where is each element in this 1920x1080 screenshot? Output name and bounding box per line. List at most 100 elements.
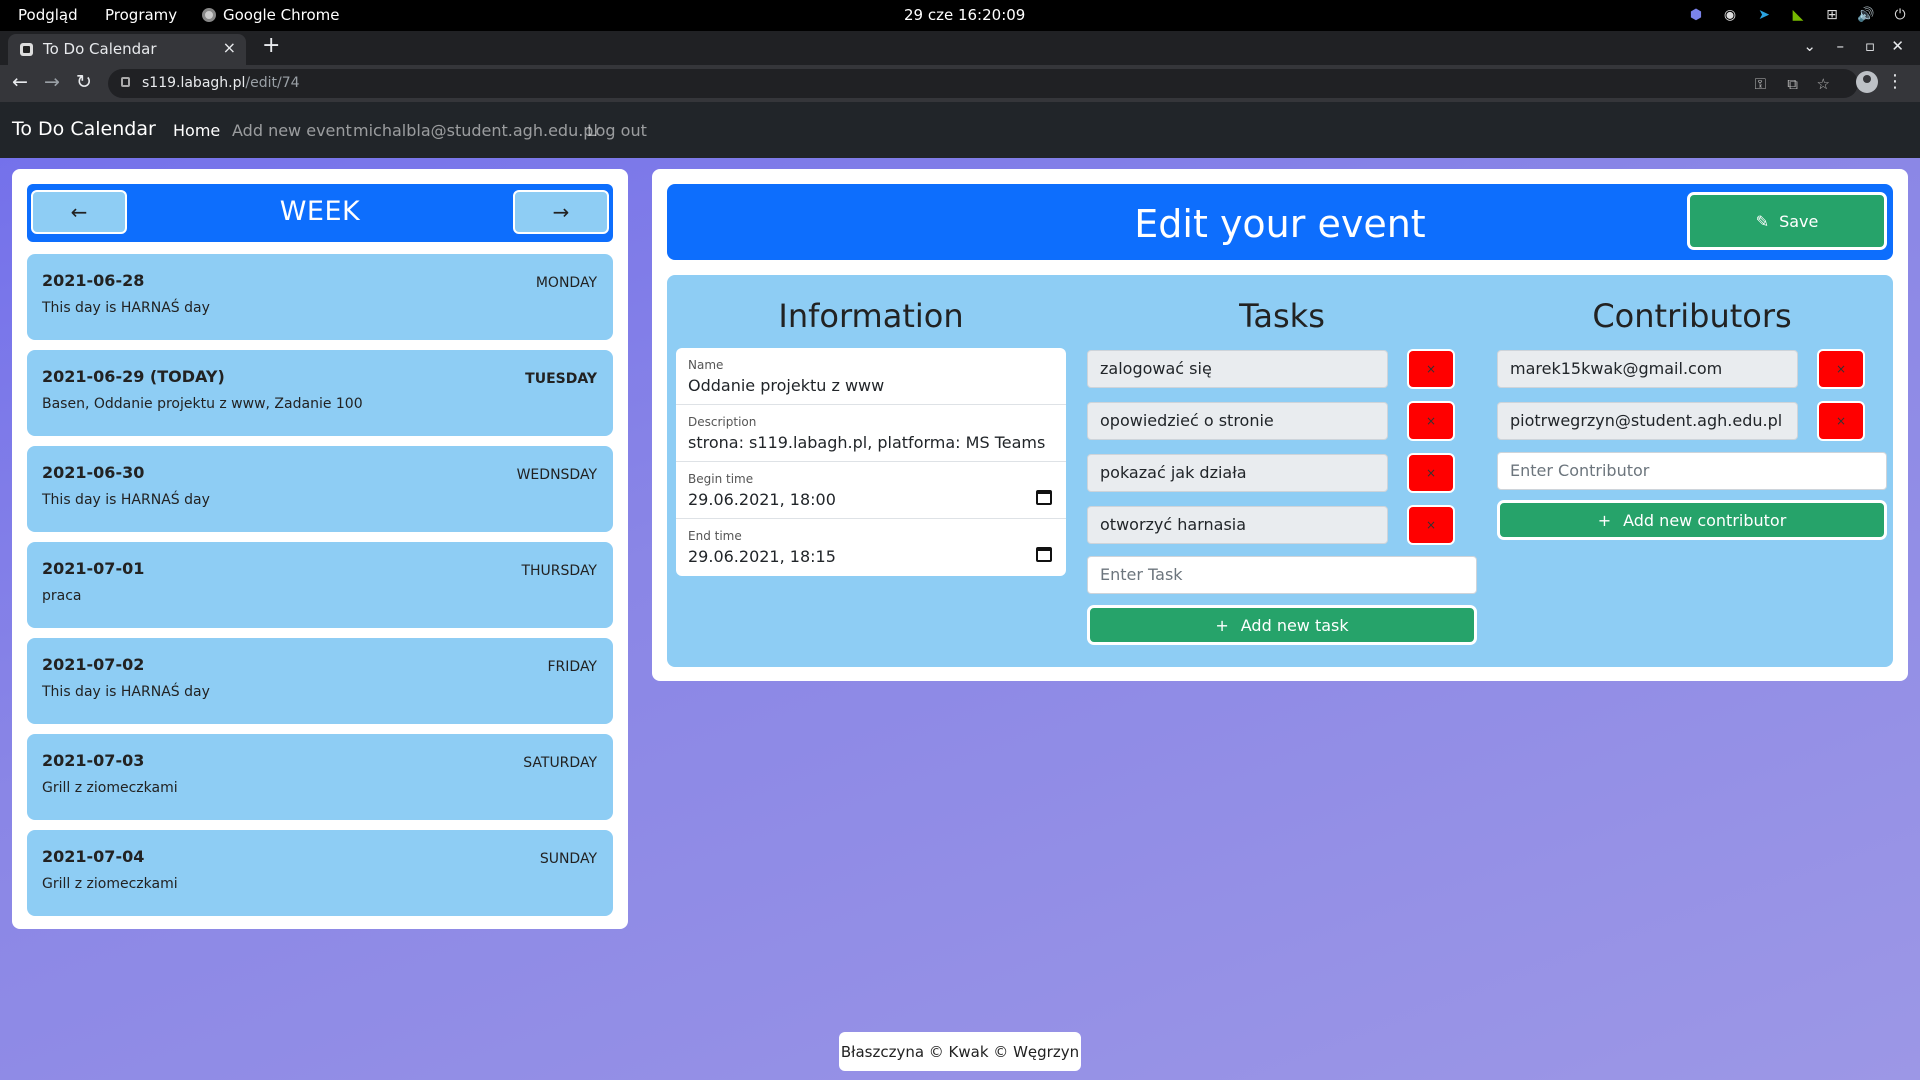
edit-header: Edit your event ✎ Save: [667, 184, 1893, 260]
os-clock[interactable]: 29 cze 16:20:09: [904, 6, 1025, 24]
bookmark-star-icon[interactable]: ☆: [1817, 75, 1830, 93]
task-item[interactable]: zalogować się: [1087, 350, 1388, 388]
day-name: MONDAY: [535, 275, 597, 291]
telegram-icon[interactable]: ➤: [1754, 5, 1774, 25]
day-card-sunday[interactable]: 2021-07-04 SUNDAY Grill z ziomeczkami: [27, 830, 613, 916]
os-menu-programs[interactable]: Programy: [105, 6, 177, 24]
contributor-item[interactable]: piotrwegrzyn@student.agh.edu.pl: [1497, 402, 1798, 440]
day-card-thursday[interactable]: 2021-07-01 THURSDAY praca: [27, 542, 613, 628]
forward-arrow-icon[interactable]: →: [44, 71, 60, 93]
end-time-label: End time: [688, 529, 742, 543]
description-label: Description: [688, 415, 757, 429]
minimize-icon[interactable]: –: [1837, 37, 1845, 55]
delete-task-button[interactable]: ×: [1407, 349, 1455, 389]
begin-time-value: 29.06.2021, 18:00: [688, 490, 836, 509]
browser-tab[interactable]: To Do Calendar ×: [8, 34, 246, 65]
day-name: FRIDAY: [547, 659, 598, 675]
day-note: This day is HARNAŚ day: [42, 492, 210, 508]
task-item[interactable]: pokazać jak działa: [1087, 454, 1388, 492]
translate-icon[interactable]: ⧉: [1787, 75, 1798, 93]
day-note: Basen, Oddanie projektu z www, Zadanie 1…: [42, 396, 363, 412]
calendar-icon[interactable]: [1036, 490, 1052, 505]
volume-icon[interactable]: 🔊: [1856, 5, 1876, 25]
next-week-button[interactable]: →: [513, 190, 609, 234]
os-active-app[interactable]: Google Chrome: [202, 6, 340, 24]
begin-time-label: Begin time: [688, 472, 754, 486]
tab-search-icon[interactable]: ⌄: [1803, 37, 1816, 55]
delete-contributor-button[interactable]: ×: [1817, 401, 1865, 441]
day-name: SATURDAY: [523, 755, 597, 771]
lock-icon: [121, 77, 130, 87]
plus-icon: +: [1215, 615, 1229, 635]
url-text: s119.labagh.pl/edit/74: [142, 75, 300, 91]
network-icon[interactable]: ⊞: [1822, 5, 1842, 25]
tab-favicon-icon: [20, 43, 33, 56]
address-bar[interactable]: s119.labagh.pl/edit/74 ⚿ ⧉ ☆: [108, 69, 1858, 98]
description-value: strona: s119.labagh.pl, platforma: MS Te…: [688, 433, 1046, 452]
teams-icon[interactable]: ⬢: [1686, 5, 1706, 25]
nav-home-link[interactable]: Home: [173, 121, 220, 140]
day-note: Grill z ziomeczkami: [42, 780, 178, 796]
day-card-monday[interactable]: 2021-06-28 MONDAY This day is HARNAŚ day: [27, 254, 613, 340]
url-path: /edit/74: [245, 75, 300, 91]
add-task-button[interactable]: + Add new task: [1087, 605, 1477, 645]
day-date: 2021-06-28: [42, 271, 145, 290]
add-contributor-button[interactable]: + Add new contributor: [1497, 500, 1887, 540]
day-name: THURSDAY: [521, 563, 597, 579]
delete-task-button[interactable]: ×: [1407, 505, 1455, 545]
enter-task-input[interactable]: Enter Task: [1087, 556, 1477, 594]
task-item[interactable]: opowiedzieć o stronie: [1087, 402, 1388, 440]
footer-credits: Błaszczyna © Kwak © Węgrzyn: [839, 1032, 1081, 1071]
reload-icon[interactable]: ↻: [76, 71, 92, 93]
task-item[interactable]: otworzyć harnasia: [1087, 506, 1388, 544]
enter-contributor-input[interactable]: Enter Contributor: [1497, 452, 1887, 490]
browser-tab-strip: To Do Calendar × + ⌄ – ▫ ✕: [0, 31, 1920, 65]
information-heading: Information: [778, 297, 964, 335]
delete-contributor-button[interactable]: ×: [1817, 349, 1865, 389]
day-date: 2021-07-04: [42, 847, 145, 866]
edit-event-panel: Edit your event ✎ Save Information Name …: [652, 169, 1908, 681]
day-note: This day is HARNAŚ day: [42, 300, 210, 316]
delete-task-button[interactable]: ×: [1407, 453, 1455, 493]
new-tab-button[interactable]: +: [262, 33, 280, 58]
begin-time-field[interactable]: Begin time 29.06.2021, 18:00: [676, 462, 1066, 519]
nav-user-email-link[interactable]: michalbla@student.agh.edu.pl: [353, 121, 598, 140]
discord-icon[interactable]: ◉: [1720, 5, 1740, 25]
maximize-icon[interactable]: ▫: [1865, 37, 1875, 55]
pencil-icon: ✎: [1755, 211, 1770, 231]
back-arrow-icon[interactable]: ←: [12, 71, 28, 93]
profile-avatar-icon[interactable]: [1856, 71, 1878, 93]
nvidia-icon[interactable]: ◣: [1788, 5, 1808, 25]
tab-close-icon[interactable]: ×: [223, 38, 236, 57]
delete-task-button[interactable]: ×: [1407, 401, 1455, 441]
week-panel: ← WEEK → 2021-06-28 MONDAY This day is H…: [12, 169, 628, 929]
description-field[interactable]: Description strona: s119.labagh.pl, plat…: [676, 405, 1066, 462]
day-date: 2021-06-30: [42, 463, 145, 482]
day-name: TUESDAY: [525, 371, 597, 387]
day-date: 2021-07-03: [42, 751, 145, 770]
window-close-icon[interactable]: ✕: [1891, 37, 1904, 55]
nav-logout-link[interactable]: Log out: [587, 121, 647, 140]
save-button[interactable]: ✎ Save: [1687, 192, 1887, 250]
contributor-item[interactable]: marek15kwak@gmail.com: [1497, 350, 1798, 388]
browser-menu-icon[interactable]: ⋮: [1886, 71, 1904, 92]
day-card-saturday[interactable]: 2021-07-03 SATURDAY Grill z ziomeczkami: [27, 734, 613, 820]
day-card-wednesday[interactable]: 2021-06-30 WEDNSDAY This day is HARNAŚ d…: [27, 446, 613, 532]
app-brand[interactable]: To Do Calendar: [12, 118, 156, 140]
app-navbar: To Do Calendar Home Add new event michal…: [0, 102, 1920, 158]
plus-icon: +: [1597, 510, 1612, 530]
day-date: 2021-07-02: [42, 655, 145, 674]
end-time-field[interactable]: End time 29.06.2021, 18:15: [676, 519, 1066, 576]
power-icon[interactable]: ⏻: [1890, 5, 1910, 25]
contributors-heading: Contributors: [1592, 297, 1792, 335]
calendar-icon[interactable]: [1036, 547, 1052, 562]
key-icon[interactable]: ⚿: [1755, 75, 1766, 93]
os-menu-podglad[interactable]: Podgląd: [18, 6, 78, 24]
week-header: ← WEEK →: [27, 184, 613, 242]
day-card-friday[interactable]: 2021-07-02 FRIDAY This day is HARNAŚ day: [27, 638, 613, 724]
day-card-tuesday[interactable]: 2021-06-29 (TODAY) TUESDAY Basen, Oddani…: [27, 350, 613, 436]
information-fields: Name Oddanie projektu z www Description …: [676, 348, 1066, 576]
nav-add-event-link[interactable]: Add new event: [232, 121, 352, 140]
name-value: Oddanie projektu z www: [688, 376, 885, 395]
name-field[interactable]: Name Oddanie projektu z www: [676, 348, 1066, 405]
